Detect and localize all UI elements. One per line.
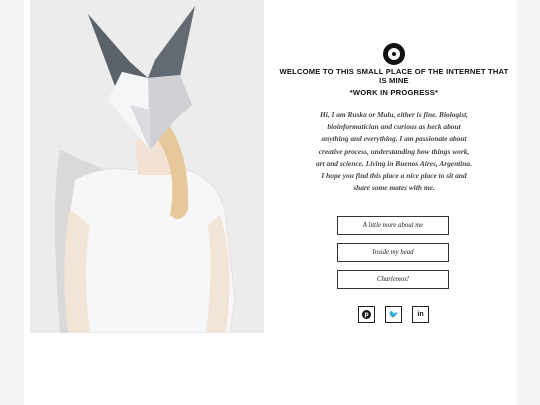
- origami-mask-portrait: [30, 0, 264, 333]
- work-in-progress-label: *WORK IN PROGRESS*: [349, 88, 439, 97]
- charlemos-button[interactable]: Charlemos!: [337, 270, 449, 289]
- welcome-heading: WELCOME TO THIS SMALL PLACE OF THE INTER…: [279, 67, 509, 85]
- pinterest-link[interactable]: p: [358, 306, 375, 323]
- intro-panel: WELCOME TO THIS SMALL PLACE OF THE INTER…: [275, 0, 513, 405]
- profile-photo: [30, 0, 264, 333]
- inside-my-head-button[interactable]: Inside my head: [337, 243, 449, 262]
- twitter-icon: 🐦: [388, 310, 399, 319]
- twitter-link[interactable]: 🐦: [385, 306, 402, 323]
- logo-circle-icon: [383, 43, 405, 65]
- bio-text: Hi, I am Ruska or Malu, either is fine. …: [316, 110, 472, 193]
- about-me-button[interactable]: A little more about me: [337, 216, 449, 235]
- linkedin-link[interactable]: in: [412, 306, 429, 323]
- linkedin-icon: in: [417, 311, 424, 318]
- pinterest-icon: p: [362, 310, 371, 319]
